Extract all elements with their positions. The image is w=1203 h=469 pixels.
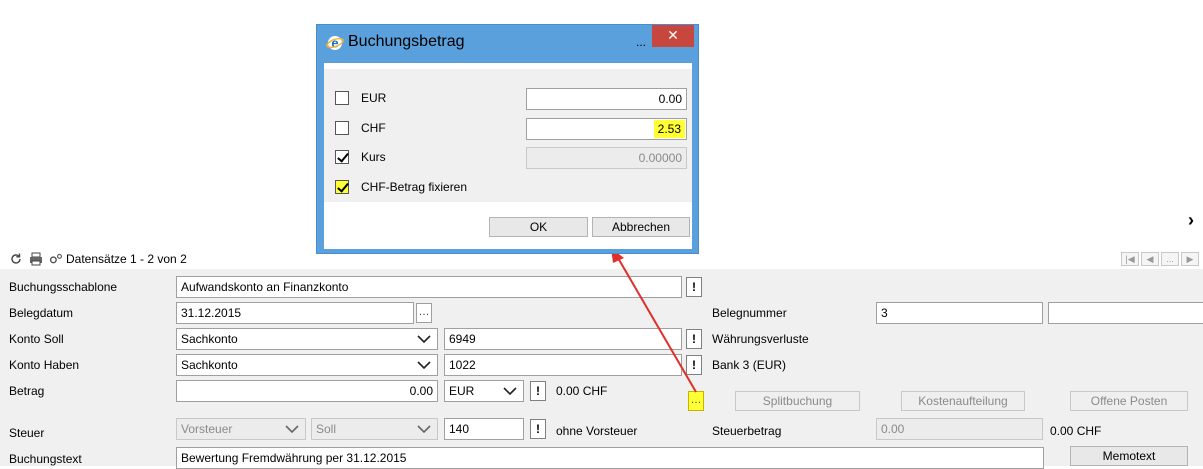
currency-value: EUR xyxy=(449,384,475,398)
betrag-label: Betrag xyxy=(9,384,45,398)
record-picker-button[interactable]: ... xyxy=(1161,252,1179,266)
konto-soll-type-select[interactable]: Sachkonto xyxy=(176,328,438,350)
konto-soll-type-value: Sachkonto xyxy=(181,332,238,346)
betrag-info-button[interactable]: ! xyxy=(530,381,546,401)
chf-label: CHF xyxy=(361,121,386,135)
dialog-menu-dots[interactable]: ... xyxy=(636,35,646,49)
records-count: Datensätze 1 - 2 von 2 xyxy=(66,252,187,266)
abbrechen-button[interactable]: Abbrechen xyxy=(592,217,690,237)
eur-amount-input[interactable]: 0.00 xyxy=(526,88,687,110)
chf-amount-input[interactable]: 2.53 xyxy=(526,118,687,140)
konto-soll-label: Konto Soll xyxy=(9,332,64,346)
steuer-description: ohne Vorsteuer xyxy=(556,424,638,438)
konto-haben-name: Bank 3 (EUR) xyxy=(712,358,787,372)
steuer-type-select[interactable]: Vorsteuer xyxy=(176,418,306,440)
dialog-content-panel: EUR 0.00 CHF 2.53 Kurs 0.00000 CHF-Betra… xyxy=(324,69,692,202)
buchungsschablone-label: Buchungsschablone xyxy=(9,280,118,294)
steuer-code-input[interactable]: 140 xyxy=(444,418,524,440)
offene-posten-button[interactable]: Offene Posten xyxy=(1070,391,1188,411)
belegnummer-label: Belegnummer xyxy=(712,306,787,320)
buchungstext-label: Buchungstext xyxy=(9,452,82,466)
next-record-button[interactable]: ▶ xyxy=(1181,252,1199,266)
chf-fix-label: CHF-Betrag fixieren xyxy=(361,180,468,194)
steuer-side-select[interactable]: Soll xyxy=(311,418,438,440)
kurs-input[interactable]: 0.00000 xyxy=(526,147,687,169)
betrag-input[interactable]: 0.00 xyxy=(176,380,438,402)
konto-soll-name: Währungsverluste xyxy=(712,332,809,346)
chevron-down-icon xyxy=(417,335,431,344)
svg-text:e: e xyxy=(331,36,338,51)
kurs-checkbox[interactable] xyxy=(335,150,349,164)
chevron-down-icon xyxy=(285,425,299,434)
date-picker-button[interactable]: … xyxy=(416,303,432,323)
belegnummer-extra-input[interactable] xyxy=(1048,302,1203,324)
belegnummer-input[interactable]: 3 xyxy=(876,302,1043,324)
splitbuchung-button[interactable]: Splitbuchung xyxy=(735,391,860,411)
settings-icon[interactable] xyxy=(49,252,63,266)
print-icon[interactable] xyxy=(29,252,43,266)
chevron-down-icon xyxy=(417,361,431,370)
steuer-type-value: Vorsteuer xyxy=(181,422,233,436)
dialog-title: Buchungsbetrag xyxy=(348,33,465,50)
first-record-button[interactable]: |◀ xyxy=(1121,252,1139,266)
ok-button[interactable]: OK xyxy=(489,217,588,237)
browser-e-icon: e xyxy=(326,36,344,51)
eur-label: EUR xyxy=(361,91,387,105)
dialog-body: EUR 0.00 CHF 2.53 Kurs 0.00000 CHF-Betra… xyxy=(324,63,692,249)
belegdatum-input[interactable]: 31.12.2015 xyxy=(176,302,414,324)
chf-checkbox[interactable] xyxy=(335,121,349,135)
steuerbetrag-input[interactable]: 0.00 xyxy=(876,418,1043,440)
steuer-info-button[interactable]: ! xyxy=(530,419,546,439)
currency-select[interactable]: EUR xyxy=(444,380,524,402)
konto-haben-type-value: Sachkonto xyxy=(181,358,238,372)
memotext-button[interactable]: Memotext xyxy=(1070,446,1188,466)
belegdatum-label: Belegdatum xyxy=(9,306,74,320)
chf-fix-checkbox[interactable] xyxy=(335,180,349,194)
prev-record-button[interactable]: ◀ xyxy=(1141,252,1159,266)
konto-haben-label: Konto Haben xyxy=(9,358,80,372)
annotation-arrow xyxy=(611,248,697,393)
konto-haben-type-select[interactable]: Sachkonto xyxy=(176,354,438,376)
close-button[interactable]: ✕ xyxy=(652,25,694,47)
refresh-icon[interactable] xyxy=(9,252,23,266)
steuer-label: Steuer xyxy=(9,426,45,440)
chf-amount-value: 2.53 xyxy=(653,120,685,138)
steuerbetrag-chf: 0.00 CHF xyxy=(1050,424,1102,438)
chevron-down-icon xyxy=(417,425,431,434)
steuerbetrag-label: Steuerbetrag xyxy=(712,424,782,438)
steuer-side-value: Soll xyxy=(316,422,337,436)
chevron-down-icon xyxy=(503,387,517,396)
eur-checkbox[interactable] xyxy=(335,91,349,105)
kurs-label: Kurs xyxy=(361,150,386,164)
cursor-glyph: › xyxy=(1188,210,1194,230)
kostenaufteilung-button[interactable]: Kostenaufteilung xyxy=(901,391,1025,411)
buchungsbetrag-dialog: e Buchungsbetrag ... ✕ EUR 0.00 CHF 2.53… xyxy=(316,24,699,254)
